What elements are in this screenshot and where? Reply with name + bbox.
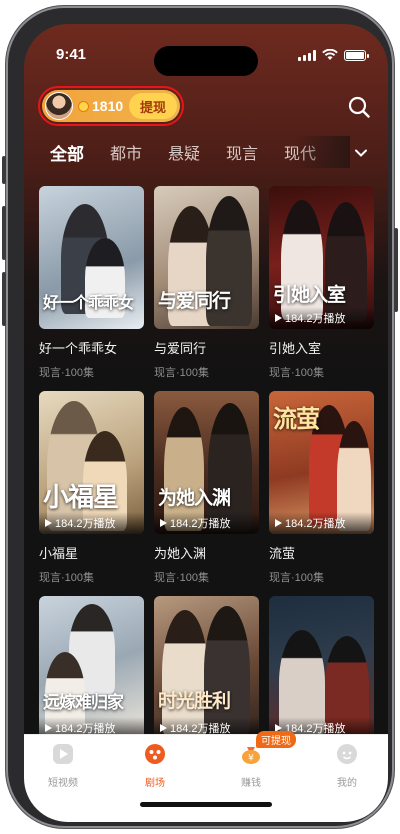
drama-meta: 现言·100集 bbox=[269, 367, 325, 379]
drama-card[interactable]: 为她入渊 184.2万播放 为她入渊 现言·100集 bbox=[154, 391, 259, 585]
nav-label: 我的 bbox=[337, 778, 357, 789]
drama-card[interactable]: 好一个乖乖女 好一个乖乖女 现言·100集 bbox=[39, 186, 144, 380]
drama-meta: 现言·100集 bbox=[269, 572, 325, 584]
drama-meta: 现言·100集 bbox=[39, 572, 95, 584]
play-count: 184.2万播放 bbox=[154, 512, 259, 534]
poster-title-art: 远嫁难归家 bbox=[43, 693, 124, 713]
play-count: 184.2万播放 bbox=[269, 512, 374, 534]
tab-urban[interactable]: 都市 bbox=[110, 140, 142, 170]
nav-label: 短视频 bbox=[48, 778, 78, 789]
poster-title-art: 引她入室 bbox=[273, 284, 346, 306]
play-count-label: 184.2万播放 bbox=[55, 518, 116, 530]
silent-switch bbox=[2, 156, 6, 184]
avatar[interactable] bbox=[45, 92, 73, 120]
play-icon bbox=[160, 519, 167, 527]
play-icon bbox=[275, 519, 282, 527]
play-count: 184.2万播放 bbox=[39, 512, 144, 534]
drama-card[interactable]: 小福星 184.2万播放 小福星 现言·100集 bbox=[39, 391, 144, 585]
drama-meta: 现言·100集 bbox=[39, 367, 95, 379]
tab-modern-romance[interactable]: 现言 bbox=[226, 140, 258, 170]
nav-short-video[interactable]: 短视频 bbox=[28, 743, 98, 789]
play-count-label: 184.2万播放 bbox=[285, 313, 346, 325]
play-count: 184.2万播放 bbox=[269, 307, 374, 329]
tab-suspense[interactable]: 悬疑 bbox=[168, 140, 200, 170]
drama-poster[interactable]: 与爱同行 bbox=[154, 186, 259, 329]
volume-up-button bbox=[2, 206, 6, 260]
coin-balance-pill[interactable]: 1810 提现 bbox=[38, 86, 184, 126]
play-icon bbox=[160, 724, 167, 732]
poster-title-art: 为她入渊 bbox=[158, 487, 231, 509]
coin-icon bbox=[78, 100, 89, 112]
status-time: 9:41 bbox=[56, 46, 87, 63]
app-screen: 9:41 1810 提现 全部 都市 悬疑 现言 好一个乖乖女 好一个乖乖女 现… bbox=[24, 24, 388, 822]
wifi-icon bbox=[322, 49, 338, 60]
search-icon[interactable] bbox=[348, 96, 370, 118]
drama-poster[interactable]: 时光胜利 184.2万播放 bbox=[154, 596, 259, 739]
svg-text:¥: ¥ bbox=[248, 754, 254, 764]
drama-card[interactable]: 远嫁难归家 184.2万播放 bbox=[39, 596, 144, 739]
drama-card[interactable]: 与爱同行 与爱同行 现言·100集 bbox=[154, 186, 259, 380]
nav-earn[interactable]: 可提现 ¥ 赚钱 bbox=[216, 731, 296, 789]
poster-title-art: 好一个乖乖女 bbox=[43, 293, 134, 312]
poster-title-art: 小福星 bbox=[43, 483, 119, 513]
drama-title: 为她入渊 bbox=[154, 546, 207, 561]
drama-poster[interactable]: 流萤 184.2万播放 bbox=[269, 391, 374, 534]
play-icon bbox=[275, 314, 282, 322]
drama-card[interactable]: 流萤 184.2万播放 流萤 现言·100集 bbox=[269, 391, 374, 585]
drama-poster[interactable]: 远嫁难归家 184.2万播放 bbox=[39, 596, 144, 739]
volume-down-button bbox=[2, 272, 6, 326]
drama-poster[interactable]: 小福星 184.2万播放 bbox=[39, 391, 144, 534]
drama-poster[interactable]: 引她入室 184.2万播放 bbox=[269, 186, 374, 329]
drama-meta: 现言·100集 bbox=[154, 572, 210, 584]
chevron-down-icon[interactable] bbox=[354, 146, 368, 160]
play-count-label: 184.2万播放 bbox=[285, 518, 346, 530]
withdrawable-badge: 可提现 bbox=[256, 731, 296, 748]
theater-icon bbox=[145, 744, 165, 764]
drama-card[interactable]: 时光胜利 184.2万播放 bbox=[154, 596, 259, 739]
phone-frame: 9:41 1810 提现 全部 都市 悬疑 现言 好一个乖乖女 好一个乖乖女 现… bbox=[2, 6, 398, 828]
play-icon bbox=[45, 724, 52, 732]
nav-label: 剧场 bbox=[145, 778, 165, 789]
drama-meta: 现言·100集 bbox=[154, 367, 210, 379]
dynamic-island bbox=[154, 46, 258, 76]
poster-title-art: 时光胜利 bbox=[158, 690, 231, 712]
nav-theater[interactable]: 剧场 bbox=[120, 743, 190, 789]
tab-all[interactable]: 全部 bbox=[50, 140, 84, 170]
play-count-label: 184.2万播放 bbox=[170, 518, 231, 530]
drama-card[interactable]: 184.2万播放 bbox=[269, 596, 374, 739]
tabs-fade bbox=[294, 136, 350, 168]
poster-title-art: 与爱同行 bbox=[158, 290, 231, 312]
drama-title: 与爱同行 bbox=[154, 341, 207, 356]
poster-title-art: 流萤 bbox=[273, 404, 320, 433]
drama-poster[interactable]: 184.2万播放 bbox=[269, 596, 374, 739]
drama-title: 好一个乖乖女 bbox=[39, 341, 118, 356]
drama-poster[interactable]: 好一个乖乖女 bbox=[39, 186, 144, 329]
nav-profile[interactable]: 我的 bbox=[312, 743, 382, 789]
play-square-icon bbox=[53, 744, 73, 764]
coin-count: 1810 bbox=[92, 98, 124, 114]
drama-title: 小福星 bbox=[39, 546, 79, 561]
drama-title: 引她入室 bbox=[269, 341, 322, 356]
cellular-signal-icon bbox=[298, 49, 316, 61]
home-indicator[interactable] bbox=[140, 802, 272, 807]
bottom-nav: 短视频 剧场 可提现 ¥ 赚钱 我的 bbox=[24, 731, 388, 822]
battery-icon bbox=[344, 49, 369, 61]
profile-icon bbox=[337, 744, 357, 764]
drama-title: 流萤 bbox=[269, 546, 296, 561]
nav-label: 赚钱 bbox=[241, 778, 261, 789]
play-icon bbox=[45, 519, 52, 527]
withdraw-button[interactable]: 提现 bbox=[129, 93, 177, 119]
drama-card[interactable]: 引她入室 184.2万播放 引她入室 现言·100集 bbox=[269, 186, 374, 380]
drama-poster[interactable]: 为她入渊 184.2万播放 bbox=[154, 391, 259, 534]
power-button bbox=[394, 228, 398, 312]
